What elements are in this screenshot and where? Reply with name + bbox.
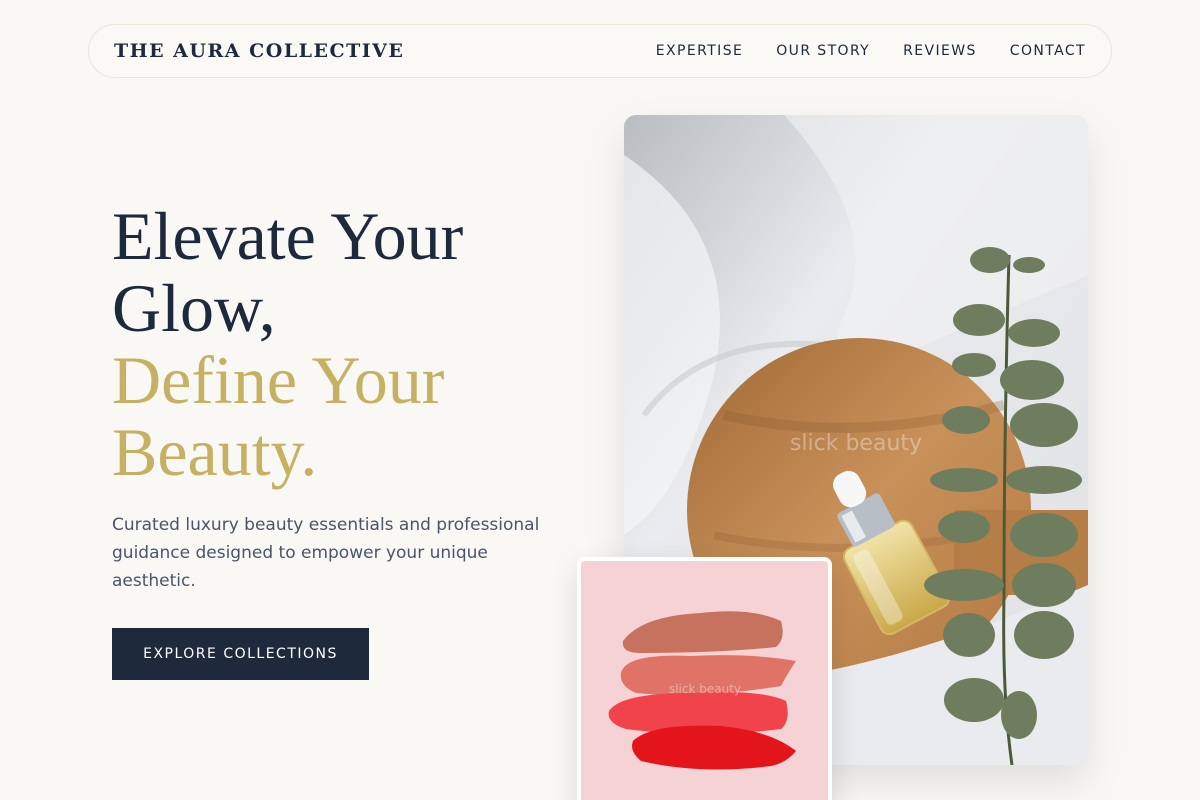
nav-links: EXPERTISE OUR STORY REVIEWS CONTACT: [656, 43, 1086, 59]
swatch-image-watermark: slick beauty: [669, 682, 741, 696]
nav-link-reviews[interactable]: REVIEWS: [903, 43, 977, 59]
hero-headline: Elevate Your Glow, Define Your Beauty.: [112, 200, 572, 488]
top-navigation: THE AURA COLLECTIVE EXPERTISE OUR STORY …: [88, 24, 1112, 78]
headline-line-3: Define Your: [112, 342, 445, 418]
nav-link-our-story[interactable]: OUR STORY: [776, 43, 870, 59]
main-image-watermark: slick beauty: [790, 431, 922, 456]
brand-logo[interactable]: THE AURA COLLECTIVE: [114, 40, 404, 62]
headline-line-2: Glow,: [112, 270, 276, 346]
headline-line-4: Beauty.: [112, 414, 318, 490]
explore-collections-button[interactable]: EXPLORE COLLECTIONS: [112, 628, 369, 680]
nav-link-contact[interactable]: CONTACT: [1010, 43, 1086, 59]
headline-line-1: Elevate Your: [112, 198, 464, 274]
hero-subtitle: Curated luxury beauty essentials and pro…: [112, 515, 540, 591]
nav-link-expertise[interactable]: EXPERTISE: [656, 43, 743, 59]
lipstick-swatch-image: slick beauty: [577, 557, 832, 800]
